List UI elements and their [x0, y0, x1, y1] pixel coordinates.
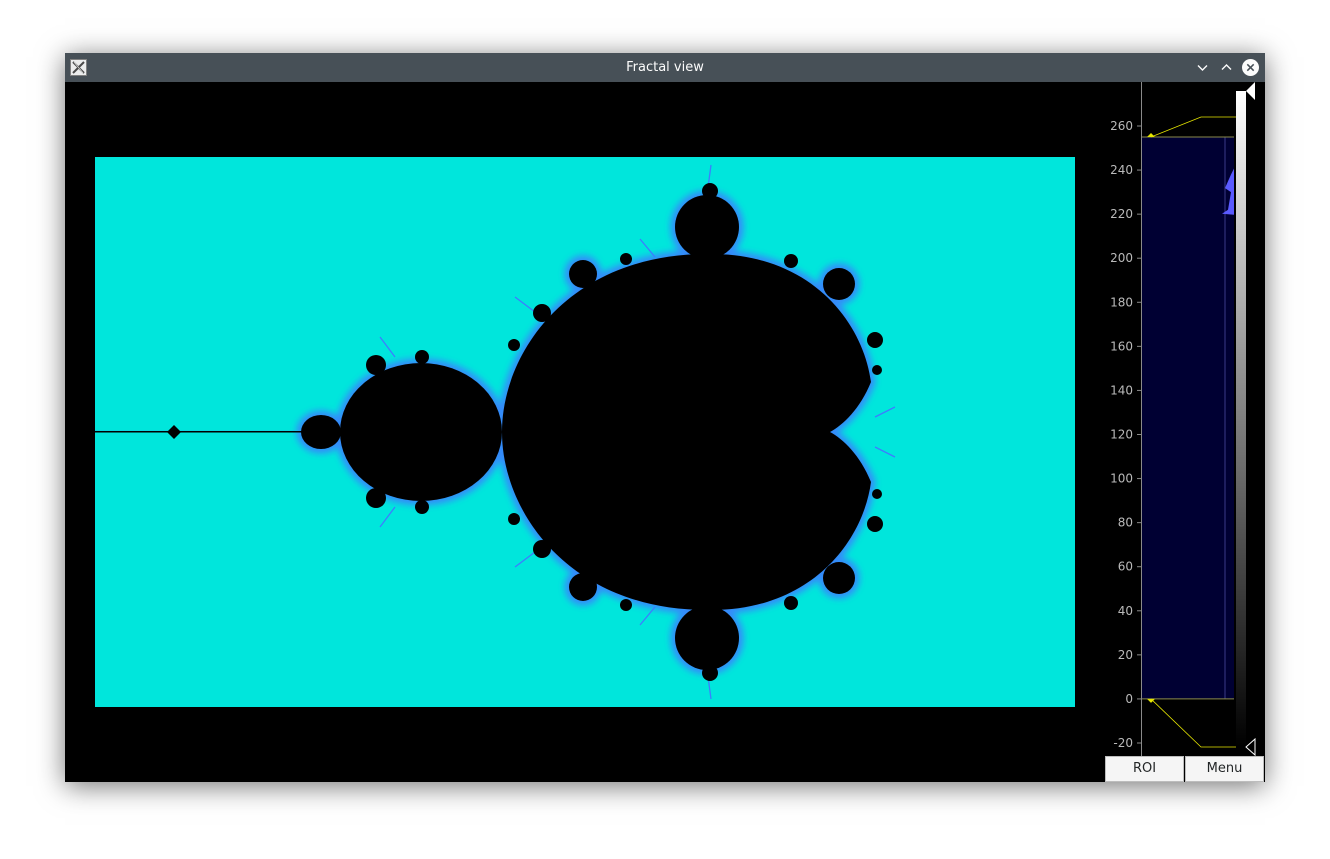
histogram-level-region: [1142, 137, 1234, 699]
axis-tick-label: 80: [1118, 516, 1133, 530]
menu-button[interactable]: Menu: [1185, 756, 1264, 782]
close-icon: [1242, 59, 1259, 76]
axis-tick-label: -20: [1113, 736, 1133, 750]
title-bar[interactable]: Fractal view: [65, 53, 1265, 82]
chevron-down-icon: [1197, 65, 1208, 71]
chevron-up-icon: [1221, 64, 1232, 70]
view-area: 260 240 220 200 180 160 140 120 100 80 60 40 20 0 -20 …: [65, 82, 1265, 782]
axis-tick-label: 160: [1110, 339, 1133, 353]
axis-tick-label: 0: [1125, 692, 1133, 706]
mandelbrot-image[interactable]: [95, 157, 1075, 707]
axis-tick-label: 200: [1110, 251, 1133, 265]
minimize-button[interactable]: [1193, 58, 1212, 77]
axis-tick-label: 20: [1118, 648, 1133, 662]
maximize-button[interactable]: [1217, 58, 1236, 77]
axis-tick-label: 140: [1110, 383, 1133, 397]
roi-button[interactable]: ROI: [1105, 756, 1184, 782]
close-button[interactable]: [1241, 58, 1260, 77]
window-title: Fractal view: [626, 60, 704, 75]
gradient-bar[interactable]: [1236, 91, 1246, 747]
axis-tick-label: 40: [1118, 604, 1133, 618]
axis-tick-label: 260: [1110, 119, 1133, 133]
axis-tick-label: 100: [1110, 472, 1133, 486]
button-bar: ROI Menu: [1105, 756, 1265, 782]
axis-tick-label: 240: [1110, 163, 1133, 177]
histogram-panel[interactable]: 260240220200180160140120100806040200-20: [1105, 82, 1265, 756]
fractal-view-window: Fractal view 260 240 220 200 180 160 140…: [65, 53, 1265, 782]
axis-tick-label: 120: [1110, 428, 1133, 442]
axis-tick-label: 60: [1118, 560, 1133, 574]
axis-tick-label: 180: [1110, 295, 1133, 309]
axis-tick-label: 220: [1110, 207, 1133, 221]
